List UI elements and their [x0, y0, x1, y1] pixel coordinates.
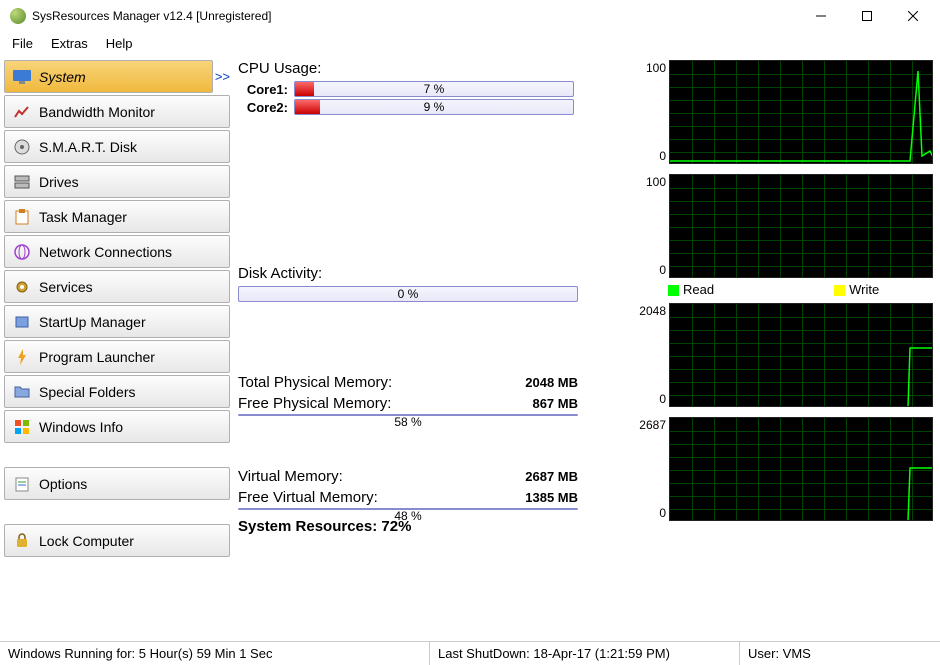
disk-progress: 0 % [238, 286, 578, 302]
total-mem-label: Total Physical Memory: [238, 374, 392, 391]
free-mem-label: Free Physical Memory: [238, 395, 391, 412]
sidebar-item-startup[interactable]: StartUp Manager [4, 305, 230, 338]
lock-icon [13, 532, 31, 550]
cpu-graph-ymin: 0 [659, 149, 666, 163]
core1-progress: 7 % [294, 81, 574, 97]
monitor-icon [13, 68, 31, 86]
sidebar-item-label: Task Manager [39, 209, 127, 225]
sidebar-item-taskmgr[interactable]: Task Manager [4, 200, 230, 233]
vmem-graph-ymax: 2687 [639, 418, 666, 432]
sidebar-item-label: System [39, 69, 86, 85]
cpu-usage-label: CPU Usage: [238, 60, 628, 77]
lightning-icon [13, 348, 31, 366]
sidebar-item-folders[interactable]: Special Folders [4, 375, 230, 408]
sidebar-item-services[interactable]: Services [4, 270, 230, 303]
drives-icon [13, 173, 31, 191]
sidebar-item-label: Lock Computer [39, 533, 134, 549]
free-vmem-value: 1385 MB [525, 490, 578, 505]
startup-icon [13, 313, 31, 331]
window-title: SysResources Manager v12.4 [Unregistered… [32, 9, 798, 23]
system-resources-label: System Resources: 72% [238, 518, 628, 535]
total-mem-value: 2048 MB [525, 375, 578, 390]
menu-bar: File Extras Help [0, 32, 940, 54]
gear-icon [13, 278, 31, 296]
sidebar-item-label: StartUp Manager [39, 314, 146, 330]
mem-graph-ymin: 0 [659, 392, 666, 406]
vmem-progress: 48 % [238, 508, 578, 510]
core2-label: Core2: [238, 100, 288, 115]
sidebar-item-network[interactable]: Network Connections [4, 235, 230, 268]
status-bar: Windows Running for: 5 Hour(s) 59 Min 1 … [0, 641, 940, 665]
menu-help[interactable]: Help [106, 36, 133, 51]
sidebar-item-label: Windows Info [39, 419, 123, 435]
core2-progress: 9 % [294, 99, 574, 115]
cpu-graph-ymax: 100 [646, 61, 666, 75]
cpu-graph [669, 60, 933, 164]
disk-icon [13, 138, 31, 156]
app-icon [10, 8, 26, 24]
globe-icon [13, 243, 31, 261]
clipboard-icon [13, 208, 31, 226]
sidebar-item-label: S.M.A.R.T. Disk [39, 139, 137, 155]
sidebar-item-label: Bandwidth Monitor [39, 104, 155, 120]
mem-progress: 58 % [238, 414, 578, 416]
menu-file[interactable]: File [12, 36, 33, 51]
maximize-button[interactable] [844, 1, 890, 31]
disk-graph-ymin: 0 [659, 263, 666, 277]
title-bar: SysResources Manager v12.4 [Unregistered… [0, 0, 940, 32]
legend-read: Read [668, 282, 714, 297]
menu-extras[interactable]: Extras [51, 36, 88, 51]
sidebar-item-label: Special Folders [39, 384, 136, 400]
sidebar-item-system[interactable]: System [4, 60, 213, 93]
free-vmem-label: Free Virtual Memory: [238, 489, 378, 506]
sidebar-item-options[interactable]: Options [4, 467, 230, 500]
main-panel: CPU Usage: Core1: 7 % Core2: 9 % Disk Ac… [232, 60, 636, 638]
sidebar-item-launcher[interactable]: Program Launcher [4, 340, 230, 373]
selector-arrow-icon: >> [213, 60, 230, 93]
sidebar-item-drives[interactable]: Drives [4, 165, 230, 198]
minimize-button[interactable] [798, 1, 844, 31]
sidebar-item-label: Program Launcher [39, 349, 155, 365]
folder-icon [13, 383, 31, 401]
options-icon [13, 475, 31, 493]
sidebar: System >> Bandwidth Monitor S.M.A.R.T. D… [4, 60, 232, 638]
free-mem-value: 867 MB [532, 396, 578, 411]
sidebar-item-label: Options [39, 476, 87, 492]
graph-icon [13, 103, 31, 121]
status-shutdown: Last ShutDown: 18-Apr-17 (1:21:59 PM) [430, 642, 740, 665]
vmem-label: Virtual Memory: [238, 468, 343, 485]
status-uptime: Windows Running for: 5 Hour(s) 59 Min 1 … [0, 642, 430, 665]
mem-graph [669, 303, 933, 407]
vmem-value: 2687 MB [525, 469, 578, 484]
disk-graph-ymax: 100 [646, 175, 666, 189]
sidebar-item-smart[interactable]: S.M.A.R.T. Disk [4, 130, 230, 163]
graphs-panel: 100 0 100 0 Read Write 2048 0 2687 0 [636, 60, 936, 638]
sidebar-item-bandwidth[interactable]: Bandwidth Monitor [4, 95, 230, 128]
sidebar-item-label: Services [39, 279, 93, 295]
sidebar-item-label: Network Connections [39, 244, 172, 260]
legend-write: Write [834, 282, 879, 297]
mem-graph-ymax: 2048 [639, 304, 666, 318]
disk-activity-label: Disk Activity: [238, 265, 628, 282]
sidebar-item-lock[interactable]: Lock Computer [4, 524, 230, 557]
windows-icon [13, 418, 31, 436]
sidebar-item-wininfo[interactable]: Windows Info [4, 410, 230, 443]
disk-graph [669, 174, 933, 278]
vmem-graph-ymin: 0 [659, 506, 666, 520]
core1-label: Core1: [238, 82, 288, 97]
close-button[interactable] [890, 1, 936, 31]
status-user: User: VMS [740, 642, 940, 665]
sidebar-item-label: Drives [39, 174, 79, 190]
vmem-graph [669, 417, 933, 521]
